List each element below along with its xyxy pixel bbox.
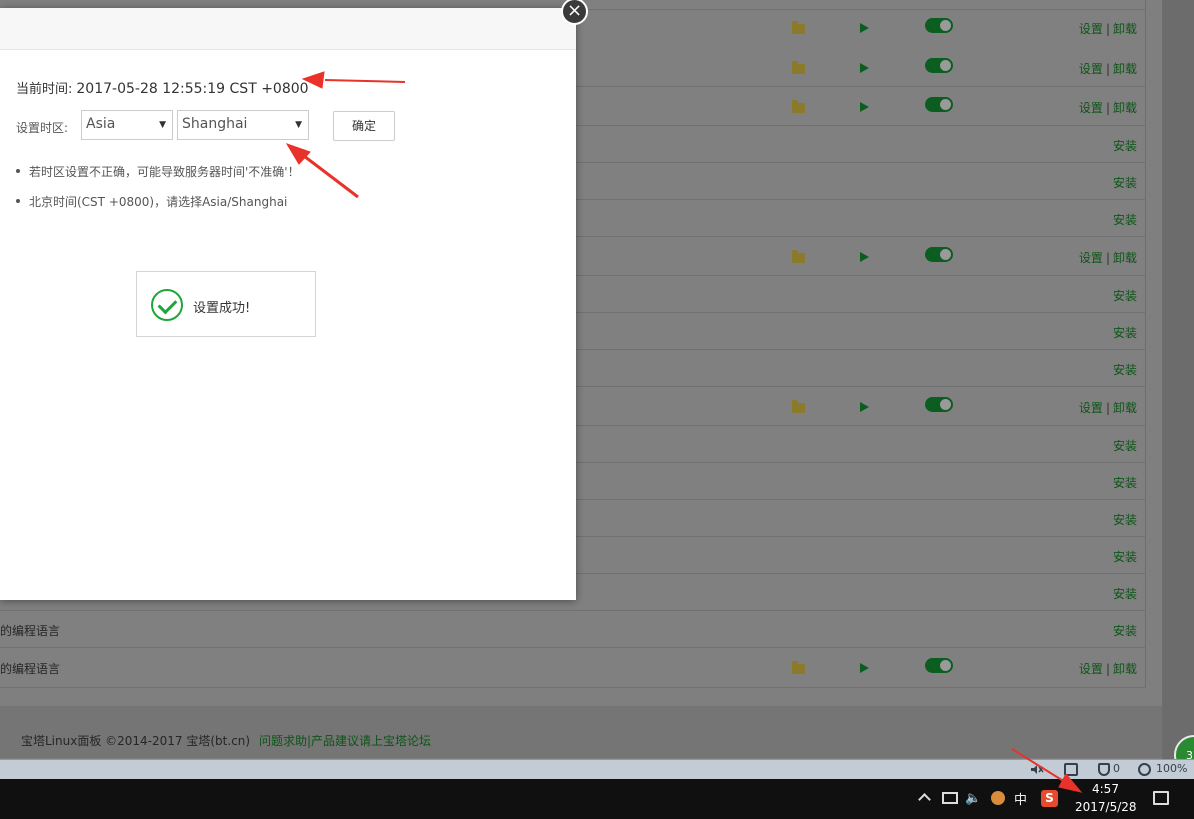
annotation-arrows bbox=[285, 71, 1083, 793]
arrow-icon bbox=[285, 71, 1083, 793]
